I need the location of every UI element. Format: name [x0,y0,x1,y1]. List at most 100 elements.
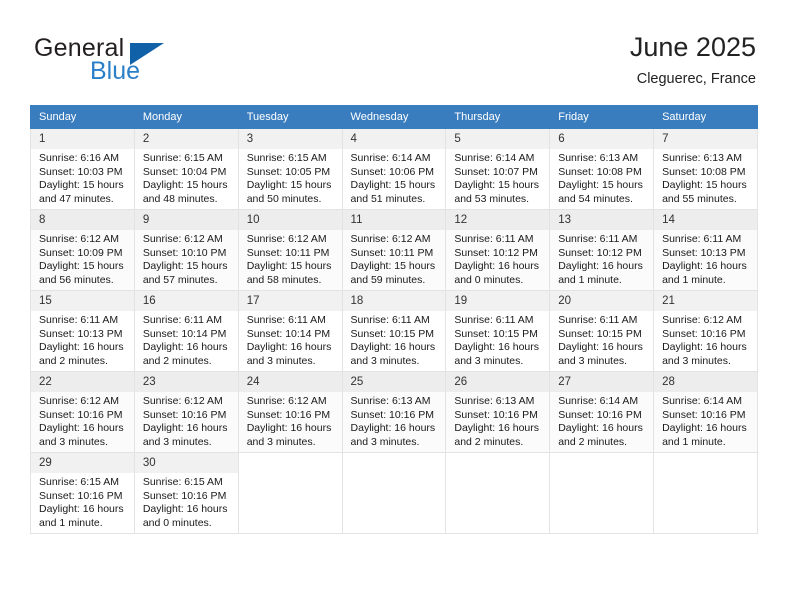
day-cell-inner: 2 Sunrise: 6:15 AM Sunset: 10:04 PM Dayligh… [134,129,238,206]
day-number: 3 [238,129,342,149]
calendar-day-cell[interactable]: 30 Sunrise: 6:15 AM Sunset: 10:16 PM Daylig… [133,452,239,534]
day-info: Sunrise: 6:14 AM Sunset: 10:16 PM Daylight… [550,392,653,449]
day-info-daylight-1: Daylight: 15 hours [350,260,436,273]
day-info-daylight-1: Daylight: 16 hours [142,503,228,516]
calendar-day-cell[interactable]: 13 Sunrise: 6:11 AM Sunset: 10:12 PM Daylig… [549,209,655,291]
calendar-week-row: 8 Sunrise: 6:12 AM Sunset: 10:09 PM Dayligh… [30,209,758,291]
day-info: Sunrise: 6:11 AM Sunset: 10:13 PM Daylight… [31,311,134,368]
day-info-daylight-1: Daylight: 15 hours [558,179,643,192]
day-info-daylight-1: Daylight: 15 hours [454,179,540,192]
weekday-header-wednesday: Wednesday [341,105,447,129]
day-info-daylight-2: and 47 minutes. [39,192,114,205]
calendar-day-cell[interactable]: 11 Sunrise: 6:12 AM Sunset: 10:11 PM Daylig… [341,209,447,291]
calendar-day-cell[interactable]: 29 Sunrise: 6:15 AM Sunset: 10:16 PM Daylig… [30,452,135,534]
brand-logo[interactable]: General Blue [34,34,264,90]
calendar-day-cell[interactable]: 7 Sunrise: 6:13 AM Sunset: 10:08 PM Dayligh… [653,128,758,210]
day-info-sunrise: Sunrise: 6:15 AM [142,476,223,488]
day-cell-inner: 28 Sunrise: 6:14 AM Sunset: 10:16 PM Daylig… [654,372,757,449]
day-info-daylight-2: and 50 minutes. [246,192,322,205]
day-info-sunset: Sunset: 10:16 PM [350,408,434,421]
calendar-day-cell[interactable]: 25 Sunrise: 6:13 AM Sunset: 10:16 PM Daylig… [341,371,447,453]
calendar-day-cell[interactable]: 10 Sunrise: 6:12 AM Sunset: 10:11 PM Daylig… [237,209,343,291]
day-info-daylight-2: and 3 minutes. [246,354,316,367]
page-header: General Blue June 2025 Cleguerec, France [0,0,792,104]
day-info-daylight-1: Daylight: 16 hours [142,422,228,435]
calendar-cell-empty [445,452,551,534]
day-number: 25 [342,372,446,392]
calendar-day-cell[interactable]: 1 Sunrise: 6:16 AM Sunset: 10:03 PM Dayligh… [30,128,135,210]
calendar-day-cell[interactable]: 22 Sunrise: 6:12 AM Sunset: 10:16 PM Daylig… [30,371,135,453]
calendar-day-cell[interactable]: 19 Sunrise: 6:11 AM Sunset: 10:15 PM Daylig… [445,290,551,372]
calendar-day-cell[interactable]: 4 Sunrise: 6:14 AM Sunset: 10:06 PM Dayligh… [341,128,447,210]
day-info-sunrise: Sunrise: 6:15 AM [142,152,223,164]
day-cell-inner: 12 Sunrise: 6:11 AM Sunset: 10:12 PM Daylig… [446,210,550,287]
day-cell-inner: 11 Sunrise: 6:12 AM Sunset: 10:11 PM Daylig… [342,210,446,287]
calendar-day-cell[interactable]: 16 Sunrise: 6:11 AM Sunset: 10:14 PM Daylig… [133,290,239,372]
calendar-cell-empty [341,452,447,534]
day-number: 7 [654,129,757,149]
day-number [343,453,446,461]
day-info-daylight-2: and 51 minutes. [350,192,426,205]
calendar-day-cell[interactable]: 9 Sunrise: 6:12 AM Sunset: 10:10 PM Dayligh… [133,209,239,291]
weekday-header-thursday: Thursday [445,105,551,129]
day-info: Sunrise: 6:12 AM Sunset: 10:10 PM Daylight… [135,230,238,287]
day-cell-inner: 30 Sunrise: 6:15 AM Sunset: 10:16 PM Daylig… [134,453,238,530]
day-number: 4 [342,129,446,149]
day-info-daylight-1: Daylight: 16 hours [662,341,747,354]
calendar-day-cell[interactable]: 6 Sunrise: 6:13 AM Sunset: 10:08 PM Dayligh… [549,128,655,210]
day-cell-inner: 10 Sunrise: 6:12 AM Sunset: 10:11 PM Daylig… [238,210,342,287]
calendar-day-cell[interactable]: 27 Sunrise: 6:14 AM Sunset: 10:16 PM Daylig… [549,371,655,453]
calendar-day-cell[interactable]: 14 Sunrise: 6:11 AM Sunset: 10:13 PM Daylig… [653,209,758,291]
day-info: Sunrise: 6:14 AM Sunset: 10:06 PM Daylight… [343,149,446,206]
day-info-daylight-2: and 55 minutes. [662,192,737,205]
day-info-sunset: Sunset: 10:15 PM [350,327,434,340]
calendar-day-cell[interactable]: 18 Sunrise: 6:11 AM Sunset: 10:15 PM Daylig… [341,290,447,372]
day-cell-inner: 24 Sunrise: 6:12 AM Sunset: 10:16 PM Daylig… [238,372,342,449]
calendar-week-row: 15 Sunrise: 6:11 AM Sunset: 10:13 PM Daylig… [30,290,758,372]
calendar-day-cell[interactable]: 23 Sunrise: 6:12 AM Sunset: 10:16 PM Daylig… [133,371,239,453]
calendar-day-cell[interactable]: 15 Sunrise: 6:11 AM Sunset: 10:13 PM Daylig… [30,290,135,372]
day-info-sunset: Sunset: 10:10 PM [142,246,227,259]
calendar-body: 1 Sunrise: 6:16 AM Sunset: 10:03 PM Dayligh… [30,128,758,534]
calendar-cell-empty [653,452,758,534]
day-info-daylight-2: and 0 minutes. [454,273,524,286]
day-info: Sunrise: 6:11 AM Sunset: 10:14 PM Daylight… [239,311,342,368]
calendar-day-cell[interactable]: 21 Sunrise: 6:12 AM Sunset: 10:16 PM Daylig… [653,290,758,372]
day-info-sunset: Sunset: 10:16 PM [39,408,123,421]
calendar-day-cell[interactable]: 28 Sunrise: 6:14 AM Sunset: 10:16 PM Daylig… [653,371,758,453]
calendar-day-cell[interactable]: 2 Sunrise: 6:15 AM Sunset: 10:04 PM Dayligh… [133,128,239,210]
day-info: Sunrise: 6:11 AM Sunset: 10:12 PM Daylight… [446,230,549,287]
calendar-week-row: 29 Sunrise: 6:15 AM Sunset: 10:16 PM Daylig… [30,452,758,534]
day-info-daylight-2: and 57 minutes. [142,273,218,286]
day-cell-inner [343,453,446,464]
day-number: 14 [654,210,757,230]
day-info-sunset: Sunset: 10:03 PM [39,165,123,178]
calendar-table: Sunday Monday Tuesday Wednesday Thursday… [30,105,758,534]
calendar-day-cell[interactable]: 26 Sunrise: 6:13 AM Sunset: 10:16 PM Daylig… [445,371,551,453]
day-info-sunset: Sunset: 10:14 PM [246,327,331,340]
day-cell-inner: 27 Sunrise: 6:14 AM Sunset: 10:16 PM Daylig… [550,372,654,449]
day-info-sunrise: Sunrise: 6:12 AM [142,395,223,407]
calendar-day-cell[interactable]: 17 Sunrise: 6:11 AM Sunset: 10:14 PM Daylig… [237,290,343,372]
day-info-sunset: Sunset: 10:13 PM [662,246,746,259]
day-info: Sunrise: 6:15 AM Sunset: 10:16 PM Daylight… [135,473,238,530]
day-info-sunset: Sunset: 10:09 PM [39,246,123,259]
day-number: 2 [134,129,238,149]
day-info-daylight-2: and 54 minutes. [558,192,633,205]
day-info-daylight-1: Daylight: 15 hours [246,260,332,273]
day-info-daylight-2: and 3 minutes. [350,435,420,448]
day-info-sunset: Sunset: 10:13 PM [39,327,123,340]
day-info-daylight-2: and 2 minutes. [454,435,524,448]
day-number: 1 [31,129,134,149]
day-info-daylight-2: and 56 minutes. [39,273,114,286]
calendar-day-cell[interactable]: 20 Sunrise: 6:11 AM Sunset: 10:15 PM Daylig… [549,290,655,372]
calendar-day-cell[interactable]: 24 Sunrise: 6:12 AM Sunset: 10:16 PM Daylig… [237,371,343,453]
calendar-day-cell[interactable]: 5 Sunrise: 6:14 AM Sunset: 10:07 PM Dayligh… [445,128,551,210]
calendar-day-cell[interactable]: 3 Sunrise: 6:15 AM Sunset: 10:05 PM Dayligh… [237,128,343,210]
day-info-sunset: Sunset: 10:15 PM [558,327,642,340]
day-info: Sunrise: 6:12 AM Sunset: 10:16 PM Daylight… [135,392,238,449]
day-cell-inner: 5 Sunrise: 6:14 AM Sunset: 10:07 PM Dayligh… [446,129,550,206]
day-info-sunset: Sunset: 10:15 PM [454,327,538,340]
calendar-day-cell[interactable]: 8 Sunrise: 6:12 AM Sunset: 10:09 PM Dayligh… [30,209,135,291]
calendar-day-cell[interactable]: 12 Sunrise: 6:11 AM Sunset: 10:12 PM Daylig… [445,209,551,291]
